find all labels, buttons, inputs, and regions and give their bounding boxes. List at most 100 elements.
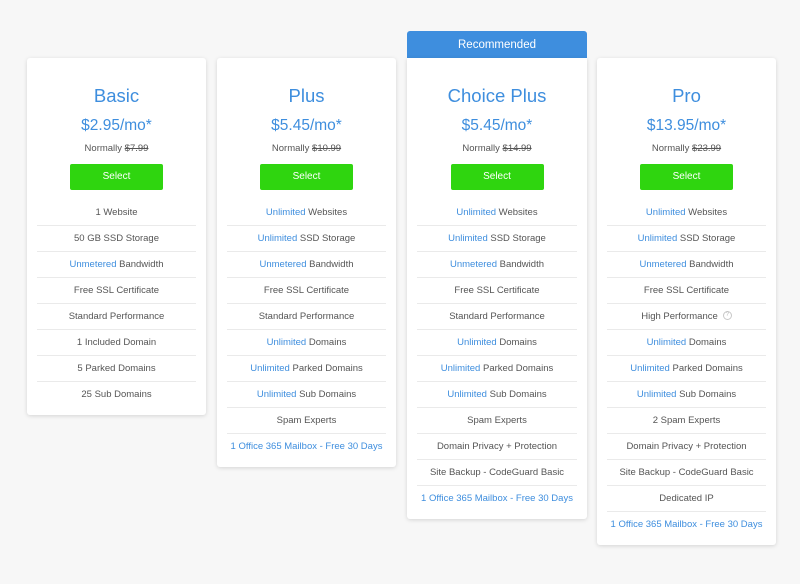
feature-row: Unlimited Domains [417, 330, 577, 356]
feature-text: Dedicated IP [659, 493, 714, 504]
feature-row: 1 Included Domain [37, 330, 196, 356]
office365-link[interactable]: 1 Office 365 Mailbox - Free 30 Days [227, 434, 386, 460]
feature-text: SSD Storage [297, 233, 356, 244]
select-button-pro[interactable]: Select [640, 164, 733, 190]
feature-text: Websites [496, 207, 538, 218]
feature-row: High Performance? [607, 304, 766, 330]
feature-row: Unlimited Sub Domains [607, 382, 766, 408]
feature-highlight: Unmetered [259, 259, 307, 270]
feature-row: Free SSL Certificate [37, 278, 196, 304]
plan-name: Plus [288, 85, 325, 106]
feature-text: Standard Performance [68, 311, 165, 322]
feature-text: Domains [306, 337, 347, 348]
plan-normal-price: Normally $7.99 [84, 143, 149, 154]
office365-link[interactable]: 1 Office 365 Mailbox - Free 30 Days [417, 486, 577, 512]
select-button-choice-plus[interactable]: Select [450, 164, 544, 190]
feature-highlight: Unlimited [646, 337, 687, 348]
feature-text: Bandwidth [116, 259, 164, 270]
feature-text: Standard Performance [258, 311, 355, 322]
feature-text: Websites [305, 207, 348, 218]
feature-text: 1 Website [95, 207, 138, 218]
feature-text: Free SSL Certificate [643, 285, 730, 296]
feature-text: Parked Domains [669, 363, 743, 374]
select-button-plus[interactable]: Select [260, 164, 353, 190]
feature-text: 5 Parked Domains [77, 363, 156, 374]
feature-row: Unlimited Websites [607, 200, 766, 226]
feature-row: Unlimited Parked Domains [607, 356, 766, 382]
plan-card-plus: Plus $5.45/mo* Normally $10.99 Select Un… [217, 58, 396, 467]
feature-text: Sub Domains [296, 389, 357, 400]
feature-highlight: Unlimited [256, 389, 297, 400]
feature-row: Unlimited Domains [607, 330, 766, 356]
feature-row: 2 Spam Experts [607, 408, 766, 434]
feature-row: Domain Privacy + Protection [607, 434, 766, 460]
plan-name: Pro [672, 85, 701, 106]
recommended-badge: Recommended [407, 31, 587, 59]
plan-normal-price: Normally $10.99 [271, 143, 342, 154]
office365-link[interactable]: 1 Office 365 Mailbox - Free 30 Days [607, 512, 766, 538]
feature-text: SSD Storage [677, 233, 736, 244]
feature-row: Unmetered Bandwidth [227, 252, 386, 278]
feature-row: Unlimited Sub Domains [417, 382, 577, 408]
feature-text: Domain Privacy + Protection [436, 441, 558, 452]
feature-list: Unlimited Websites Unlimited SSD Storage U… [597, 200, 776, 545]
feature-row: Unlimited SSD Storage [417, 226, 577, 252]
feature-row: Domain Privacy + Protection [417, 434, 577, 460]
feature-row: Site Backup - CodeGuard Basic [607, 460, 766, 486]
feature-highlight: Unmetered [449, 259, 497, 270]
plan-card-pro: Pro $13.95/mo* Normally $23.99 Select Un… [597, 58, 776, 545]
feature-row: Unlimited SSD Storage [607, 226, 766, 252]
feature-row: Free SSL Certificate [607, 278, 766, 304]
feature-row: Spam Experts [417, 408, 577, 434]
feature-text: Parked Domains [480, 363, 554, 374]
feature-text: Site Backup - CodeGuard Basic [429, 467, 565, 478]
feature-text: 25 Sub Domains [81, 389, 152, 400]
feature-row: Unlimited Sub Domains [227, 382, 386, 408]
plan-card-choice-plus: Choice Plus $5.45/mo* Normally $14.99 Se… [407, 58, 587, 519]
feature-highlight: Unmetered [69, 259, 117, 270]
feature-row: Free SSL Certificate [417, 278, 577, 304]
feature-highlight: Unlimited [265, 207, 306, 218]
feature-row: Spam Experts [227, 408, 386, 434]
feature-text: Domains [686, 337, 727, 348]
feature-row: Unlimited Domains [227, 330, 386, 356]
feature-row: Standard Performance [37, 304, 196, 330]
feature-text: 1 Included Domain [76, 337, 157, 348]
feature-highlight: Unlimited [456, 207, 497, 218]
feature-text: Sub Domains [486, 389, 547, 400]
feature-row: Site Backup - CodeGuard Basic [417, 460, 577, 486]
feature-row: Unlimited Parked Domains [227, 356, 386, 382]
feature-text: Bandwidth [306, 259, 354, 270]
feature-text: Free SSL Certificate [454, 285, 540, 296]
feature-text: Domains [496, 337, 537, 348]
info-icon[interactable]: ? [722, 310, 732, 320]
feature-highlight: Unlimited [645, 207, 686, 218]
feature-text: Standard Performance [449, 311, 545, 322]
feature-text: Domain Privacy + Protection [626, 441, 747, 452]
feature-text: High Performance [641, 311, 718, 322]
feature-text: 2 Spam Experts [652, 415, 721, 426]
feature-row: Unlimited Parked Domains [417, 356, 577, 382]
feature-row: Free SSL Certificate [227, 278, 386, 304]
feature-row: Unlimited Websites [227, 200, 386, 226]
feature-text: Websites [685, 207, 728, 218]
plan-price: $5.45/mo* [461, 117, 533, 134]
feature-list: Unlimited Websites Unlimited SSD Storage U… [407, 200, 587, 519]
feature-row: Dedicated IP [607, 486, 766, 512]
plan-card-basic: Basic $2.95/mo* Normally $7.99 Select 1 … [27, 58, 206, 415]
feature-list: 1 Website 50 GB SSD Storage Unmetered Band… [27, 200, 206, 415]
feature-text: Sub Domains [676, 389, 737, 400]
feature-highlight: Unlimited [440, 363, 481, 374]
feature-row: Standard Performance [227, 304, 386, 330]
feature-row: Unmetered Bandwidth [37, 252, 196, 278]
feature-text: Bandwidth [496, 259, 544, 270]
feature-highlight: Unlimited [630, 363, 670, 374]
select-button-basic[interactable]: Select [70, 164, 163, 190]
feature-text: Spam Experts [467, 415, 527, 426]
feature-highlight: Unlimited [636, 389, 677, 400]
feature-highlight: Unlimited [257, 233, 298, 244]
plan-price: $2.95/mo* [81, 117, 152, 134]
feature-row: 25 Sub Domains [37, 382, 196, 408]
feature-text: Spam Experts [276, 415, 337, 426]
feature-highlight: Unmetered [639, 259, 687, 270]
